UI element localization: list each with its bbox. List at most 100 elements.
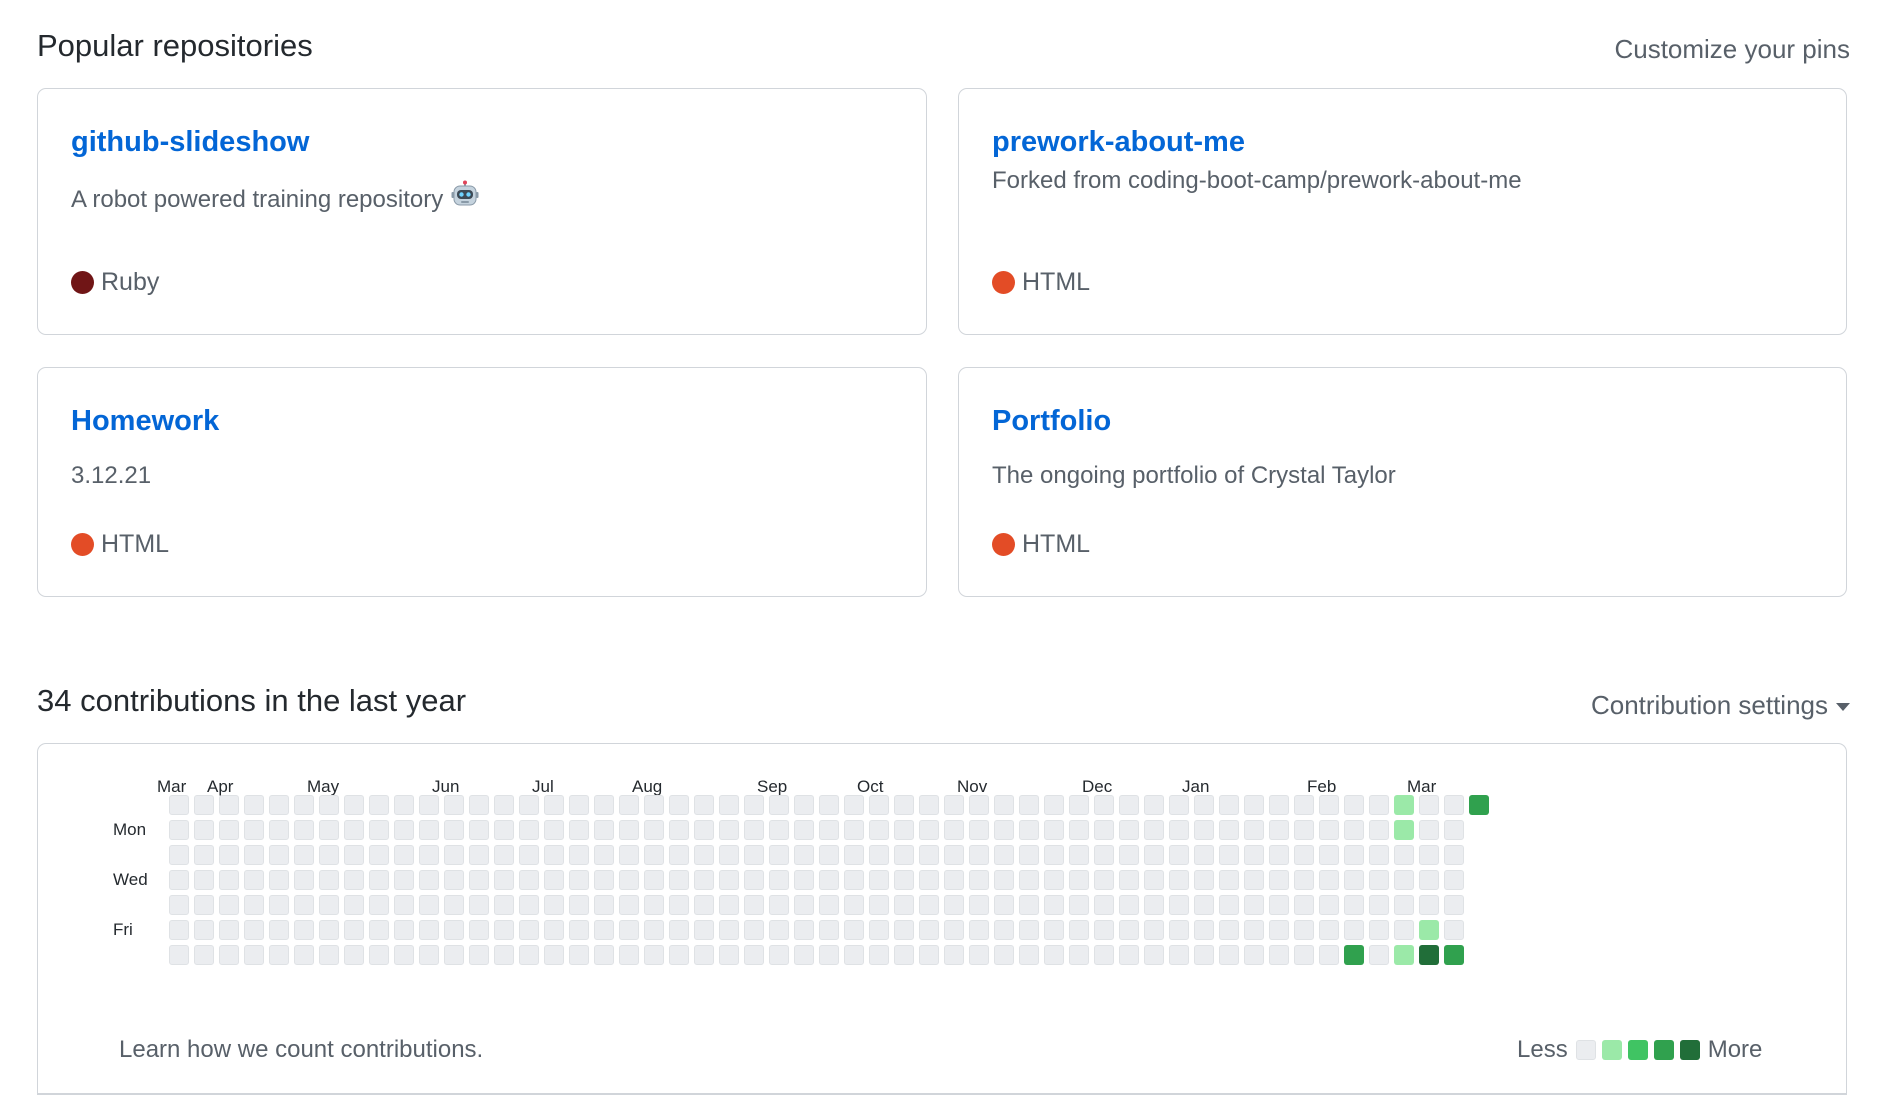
contribution-day-cell[interactable] (1269, 845, 1289, 865)
contribution-day-cell[interactable] (969, 895, 989, 915)
contribution-day-cell[interactable] (1419, 795, 1439, 815)
contribution-day-cell[interactable] (594, 795, 614, 815)
contribution-day-cell[interactable] (894, 895, 914, 915)
contribution-day-cell[interactable] (219, 920, 239, 940)
contribution-day-cell[interactable] (919, 895, 939, 915)
contribution-day-cell[interactable] (744, 945, 764, 965)
contribution-day-cell[interactable] (769, 945, 789, 965)
contribution-day-cell[interactable] (994, 845, 1014, 865)
contribution-day-cell[interactable] (1044, 845, 1064, 865)
contribution-day-cell[interactable] (519, 845, 539, 865)
contribution-day-cell[interactable] (894, 945, 914, 965)
contribution-day-cell[interactable] (944, 945, 964, 965)
contribution-day-cell[interactable] (219, 820, 239, 840)
contribution-day-cell[interactable] (694, 870, 714, 890)
contribution-day-cell[interactable] (1269, 920, 1289, 940)
contribution-day-cell[interactable] (194, 845, 214, 865)
contribution-day-cell[interactable] (994, 920, 1014, 940)
contribution-day-cell[interactable] (1119, 945, 1139, 965)
contribution-day-cell[interactable] (869, 895, 889, 915)
contribution-day-cell[interactable] (669, 920, 689, 940)
contribution-day-cell[interactable] (269, 795, 289, 815)
contribution-day-cell[interactable] (569, 820, 589, 840)
contribution-day-cell[interactable] (1144, 845, 1164, 865)
contribution-day-cell[interactable] (494, 795, 514, 815)
contribution-day-cell[interactable] (194, 895, 214, 915)
contribution-day-cell[interactable] (369, 945, 389, 965)
contribution-day-cell[interactable] (1319, 895, 1339, 915)
contribution-day-cell[interactable] (1094, 795, 1114, 815)
contribution-day-cell[interactable] (1019, 945, 1039, 965)
contribution-day-cell[interactable] (819, 870, 839, 890)
contribution-day-cell[interactable] (1069, 895, 1089, 915)
contribution-day-cell[interactable] (919, 945, 939, 965)
contribution-day-cell[interactable] (1169, 920, 1189, 940)
contribution-day-cell[interactable] (619, 795, 639, 815)
contribution-day-cell[interactable] (1144, 920, 1164, 940)
contribution-day-cell[interactable] (1419, 845, 1439, 865)
contribution-day-cell[interactable] (944, 895, 964, 915)
contribution-day-cell[interactable] (1019, 895, 1039, 915)
contribution-day-cell[interactable] (469, 945, 489, 965)
contribution-day-cell[interactable] (369, 920, 389, 940)
contribution-day-cell[interactable] (469, 795, 489, 815)
contribution-day-cell[interactable] (794, 920, 814, 940)
contribution-day-cell[interactable] (594, 845, 614, 865)
contribution-day-cell[interactable] (744, 870, 764, 890)
contribution-day-cell[interactable] (219, 795, 239, 815)
contribution-day-cell[interactable] (544, 920, 564, 940)
contribution-day-cell[interactable] (894, 920, 914, 940)
contribution-day-cell[interactable] (1144, 795, 1164, 815)
contribution-day-cell[interactable] (794, 845, 814, 865)
contribution-day-cell[interactable] (344, 920, 364, 940)
contribution-day-cell[interactable] (1344, 920, 1364, 940)
contribution-day-cell[interactable] (194, 870, 214, 890)
contribution-day-cell[interactable] (1369, 820, 1389, 840)
contribution-day-cell[interactable] (1069, 945, 1089, 965)
contribution-day-cell[interactable] (1344, 820, 1364, 840)
contribution-day-cell[interactable] (269, 945, 289, 965)
contribution-day-cell[interactable] (469, 920, 489, 940)
contribution-day-cell[interactable] (294, 895, 314, 915)
contribution-day-cell[interactable] (544, 945, 564, 965)
contribution-day-cell[interactable] (569, 845, 589, 865)
contribution-day-cell[interactable] (919, 795, 939, 815)
contribution-day-cell[interactable] (1444, 870, 1464, 890)
contribution-day-cell[interactable] (1244, 920, 1264, 940)
contribution-day-cell[interactable] (319, 795, 339, 815)
contribution-day-cell[interactable] (319, 895, 339, 915)
contribution-day-cell[interactable] (719, 920, 739, 940)
contribution-day-cell[interactable] (619, 820, 639, 840)
contribution-day-cell[interactable] (219, 870, 239, 890)
contribution-day-cell[interactable] (1194, 895, 1214, 915)
contribution-day-cell[interactable] (1144, 870, 1164, 890)
contribution-day-cell[interactable] (844, 870, 864, 890)
repo-name-link[interactable]: Homework (71, 405, 219, 438)
contribution-day-cell[interactable] (719, 870, 739, 890)
contribution-day-cell[interactable] (1419, 920, 1439, 940)
contribution-day-cell[interactable] (569, 870, 589, 890)
contribution-day-cell[interactable] (744, 845, 764, 865)
contribution-day-cell[interactable] (1394, 920, 1414, 940)
contribution-day-cell[interactable] (619, 945, 639, 965)
contribution-day-cell[interactable] (1369, 945, 1389, 965)
contribution-day-cell[interactable] (819, 845, 839, 865)
contribution-day-cell[interactable] (1319, 870, 1339, 890)
contribution-day-cell[interactable] (244, 795, 264, 815)
contribution-day-cell[interactable] (1094, 920, 1114, 940)
contribution-day-cell[interactable] (944, 870, 964, 890)
contribution-day-cell[interactable] (194, 795, 214, 815)
contribution-day-cell[interactable] (744, 895, 764, 915)
contribution-day-cell[interactable] (594, 945, 614, 965)
contribution-day-cell[interactable] (319, 845, 339, 865)
contribution-day-cell[interactable] (319, 870, 339, 890)
contribution-day-cell[interactable] (1294, 895, 1314, 915)
contribution-day-cell[interactable] (544, 870, 564, 890)
contribution-day-cell[interactable] (244, 920, 264, 940)
contribution-day-cell[interactable] (1319, 820, 1339, 840)
contribution-day-cell[interactable] (869, 870, 889, 890)
contribution-day-cell[interactable] (444, 895, 464, 915)
contribution-day-cell[interactable] (619, 870, 639, 890)
contribution-day-cell[interactable] (1244, 845, 1264, 865)
contribution-day-cell[interactable] (594, 920, 614, 940)
